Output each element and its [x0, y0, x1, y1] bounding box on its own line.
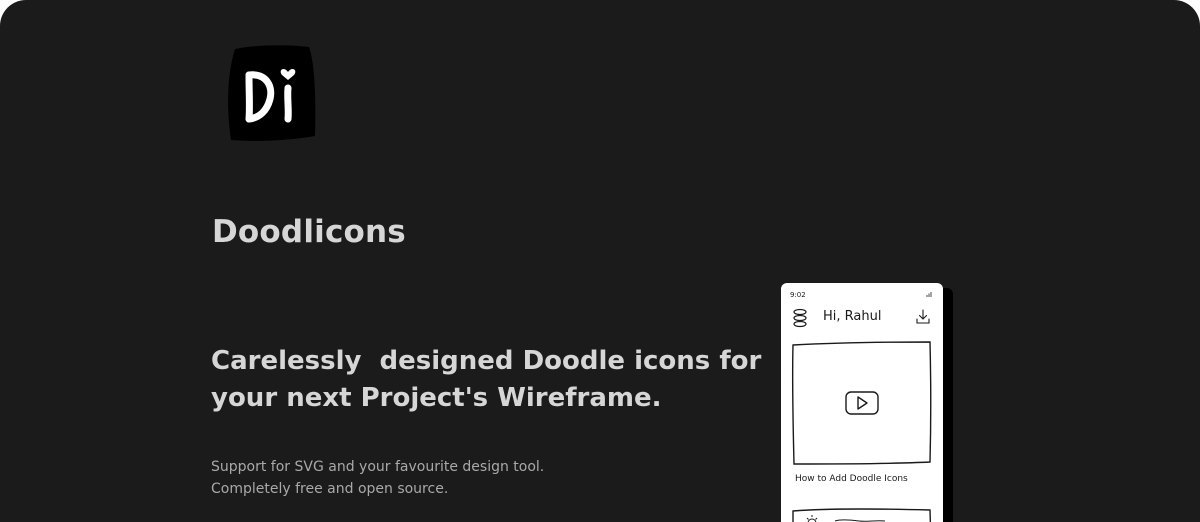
play-icon[interactable] [845, 391, 879, 415]
description-line-1: Support for SVG and your favourite desig… [211, 459, 545, 475]
next-card [792, 508, 932, 522]
download-icon[interactable] [916, 309, 930, 324]
card-title: How to Add Doodle Icons [795, 474, 908, 484]
doodlicons-logo[interactable] [225, 43, 317, 143]
stack-menu-icon[interactable] [793, 308, 807, 328]
signal-icon [926, 292, 932, 297]
hero-description: Support for SVG and your favourite desig… [211, 456, 544, 500]
tagline-line-2: your next Project's Wireframe. [211, 383, 662, 413]
hero-section: Doodlicons Carelessly designed Doodle ic… [0, 0, 1200, 522]
phone-greeting: Hi, Rahul [823, 309, 881, 324]
sun-icon [806, 515, 818, 522]
logo-mark [228, 45, 316, 141]
site-title: Doodlicons [212, 214, 406, 250]
description-line-2: Completely free and open source. [211, 481, 449, 497]
next-card-text-scribble [834, 519, 886, 522]
hero-tagline: Carelessly designed Doodle icons for you… [211, 343, 761, 417]
phone-status-time: 9:02 [790, 291, 806, 299]
phone-mockup: 9:02 Hi, Rahul How to Add Doodle Icons [781, 283, 943, 522]
video-thumbnail[interactable] [791, 341, 932, 465]
tagline-line-1: Carelessly designed Doodle icons for [211, 346, 762, 376]
